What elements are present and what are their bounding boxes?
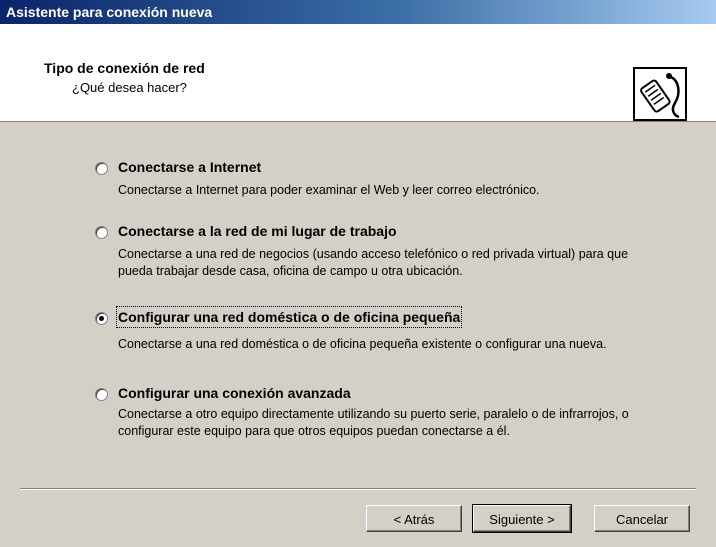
option-home-network-label[interactable]: Configurar una red doméstica o de oficin… [115,306,463,328]
option-internet-description: Conectarse a Internet para poder examina… [118,183,540,197]
radio-internet[interactable] [95,162,108,175]
option-advanced-label[interactable]: Configurar una conexión avanzada [118,384,351,402]
radio-advanced[interactable] [95,388,108,401]
option-advanced-description: Conectarse a otro equipo directamente ut… [118,407,629,438]
next-button[interactable]: Siguiente > [472,504,572,533]
options-group: Conectarse a Internet Conectarse a Inter… [0,122,716,462]
option-home-network-description: Conectarse a una red doméstica o de ofic… [118,337,607,351]
option-internet-label[interactable]: Conectarse a Internet [118,158,261,176]
radio-workplace[interactable] [95,226,108,239]
wizard-header: Tipo de conexión de red ¿Qué desea hacer… [0,24,716,122]
option-workplace-description: Conectarse a una red de negocios (usando… [118,247,629,278]
page-title: Tipo de conexión de red [44,60,205,76]
cancel-button[interactable]: Cancelar [594,505,690,532]
window-title: Asistente para conexión nueva [6,4,213,20]
radio-home-network[interactable] [95,312,108,325]
wizard-window: Asistente para conexión nueva Tipo de co… [0,0,716,547]
title-bar[interactable]: Asistente para conexión nueva [0,0,716,24]
phone-connection-icon [633,67,687,121]
page-subtitle: ¿Qué desea hacer? [72,80,187,95]
footer-separator [20,488,696,490]
option-workplace-label[interactable]: Conectarse a la red de mi lugar de traba… [118,222,397,240]
back-button[interactable]: < Atrás [366,505,462,532]
